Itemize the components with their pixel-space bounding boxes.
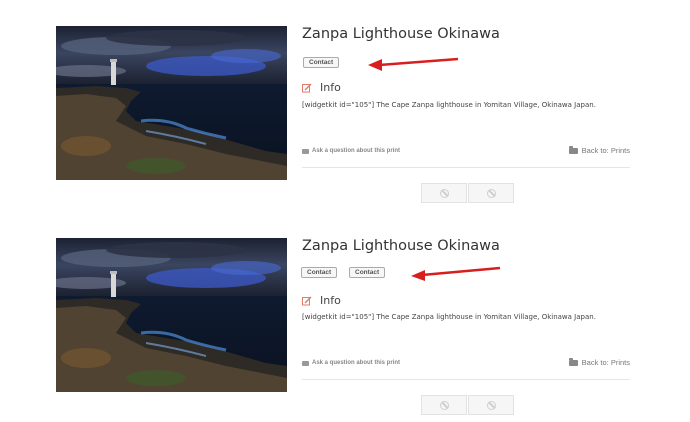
info-section: Info bbox=[302, 81, 341, 94]
back-label: Back to: Prints bbox=[581, 358, 630, 367]
product-title: Zanpa Lighthouse Okinawa bbox=[302, 238, 500, 254]
ask-question-label: Ask a question about this print bbox=[312, 360, 401, 366]
red-arrow-annotation bbox=[368, 57, 459, 71]
envelope-icon bbox=[302, 360, 309, 366]
next-button[interactable] bbox=[468, 395, 514, 415]
back-to-prints-link[interactable]: Back to: Prints bbox=[568, 357, 630, 367]
contact-button[interactable]: Contact bbox=[303, 57, 340, 68]
edit-icon bbox=[302, 83, 312, 92]
lighthouse-photo bbox=[56, 26, 287, 180]
product-description: [widgetkit id="105"] The Cape Zanpa ligh… bbox=[302, 313, 596, 321]
divider bbox=[302, 379, 630, 380]
folder-icon bbox=[568, 357, 578, 366]
contact-button[interactable]: Contact bbox=[301, 267, 338, 278]
info-section: Info bbox=[302, 294, 341, 307]
edit-icon bbox=[302, 296, 312, 305]
next-button[interactable] bbox=[468, 183, 514, 203]
ban-icon bbox=[439, 400, 449, 410]
lighthouse-photo bbox=[56, 238, 287, 392]
prev-button[interactable] bbox=[421, 183, 467, 203]
contact-button[interactable]: Contact bbox=[349, 267, 386, 278]
divider bbox=[302, 167, 630, 168]
back-to-prints-link[interactable]: Back to: Prints bbox=[568, 145, 630, 155]
ask-question-link[interactable]: Ask a question about this print bbox=[302, 148, 400, 154]
red-arrow-annotation bbox=[411, 266, 501, 281]
ban-icon bbox=[486, 188, 496, 198]
ban-icon bbox=[439, 188, 449, 198]
product-block-1: Zanpa Lighthouse Okinawa Contact Info [w… bbox=[0, 0, 690, 211]
info-label: Info bbox=[320, 294, 341, 307]
back-label: Back to: Prints bbox=[581, 146, 630, 155]
pager bbox=[421, 183, 515, 203]
ask-question-label: Ask a question about this print bbox=[312, 148, 401, 154]
pager bbox=[421, 395, 515, 415]
product-block-2: Zanpa Lighthouse Okinawa Contact Contact… bbox=[0, 212, 690, 422]
info-label: Info bbox=[320, 81, 341, 94]
folder-icon bbox=[568, 145, 578, 154]
envelope-icon bbox=[302, 148, 309, 154]
product-title: Zanpa Lighthouse Okinawa bbox=[302, 26, 500, 42]
prev-button[interactable] bbox=[421, 395, 467, 415]
ask-question-link[interactable]: Ask a question about this print bbox=[302, 360, 400, 366]
product-description: [widgetkit id="105"] The Cape Zanpa ligh… bbox=[302, 101, 596, 109]
ban-icon bbox=[486, 400, 496, 410]
